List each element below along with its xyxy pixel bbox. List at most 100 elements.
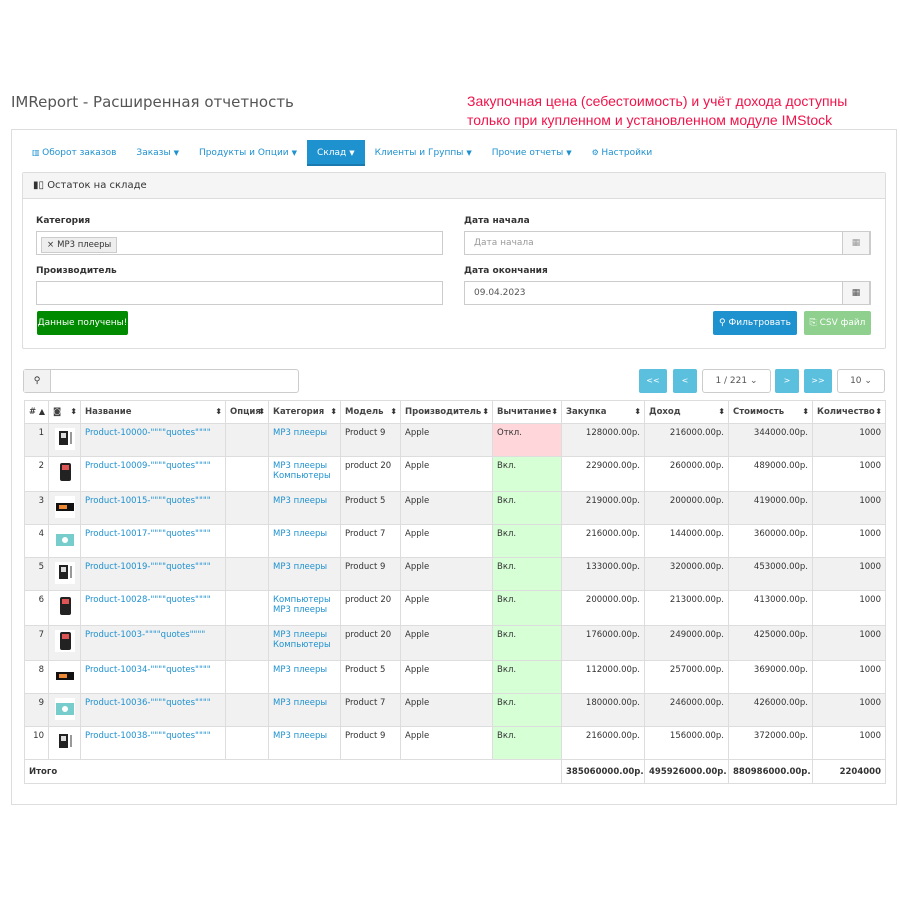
category-link[interactable]: MP3 плееры bbox=[273, 731, 327, 741]
product-link[interactable]: Product-10036-""""quotes"""" bbox=[85, 698, 211, 708]
sort-icon[interactable]: ⬍ bbox=[875, 407, 882, 416]
product-link[interactable]: Product-10038-""""quotes"""" bbox=[85, 731, 211, 741]
cost-cell: 453000.00р. bbox=[728, 557, 813, 591]
filter-button[interactable]: ⚲ Фильтровать bbox=[713, 311, 797, 335]
nav-3[interactable]: Склад ▼ bbox=[307, 140, 365, 166]
option-cell bbox=[225, 524, 269, 558]
next-page-button[interactable]: > bbox=[775, 369, 799, 393]
col-name-header[interactable]: Название ⬍ bbox=[80, 400, 226, 424]
product-link[interactable]: Product-10009-""""quotes"""" bbox=[85, 461, 211, 471]
income-cell: 257000.00р. bbox=[644, 660, 729, 694]
category-link[interactable]: Компьютеры bbox=[273, 640, 331, 650]
product-thumbnail[interactable] bbox=[48, 693, 81, 727]
sort-icon[interactable]: ⬍ bbox=[482, 407, 489, 416]
subtract-status: Вкл. bbox=[492, 660, 562, 694]
income-cell: 213000.00р. bbox=[644, 590, 729, 626]
nav-1[interactable]: Заказы ▼ bbox=[126, 140, 189, 166]
search-input[interactable] bbox=[50, 370, 298, 392]
product-thumbnail[interactable] bbox=[48, 524, 81, 558]
col-category-header[interactable]: Категория ⬍ bbox=[268, 400, 341, 424]
category-link[interactable]: MP3 плееры bbox=[273, 428, 327, 438]
col-subtract-header[interactable]: Вычитание ⬍ bbox=[492, 400, 562, 424]
col-photo-header[interactable]: ◙ ⬍ bbox=[48, 400, 81, 424]
col-purchase-header[interactable]: Закупка ⬍ bbox=[561, 400, 645, 424]
table-row: 6 Product-10028-""""quotes"""" Компьютер… bbox=[24, 590, 886, 626]
product-link[interactable]: Product-10017-""""quotes"""" bbox=[85, 529, 211, 539]
sort-icon[interactable]: ⬍ bbox=[718, 407, 725, 416]
last-page-button[interactable]: >> bbox=[804, 369, 832, 393]
category-link[interactable]: MP3 плееры bbox=[273, 461, 327, 471]
product-link[interactable]: Product-10028-""""quotes"""" bbox=[85, 595, 211, 605]
date-start-input[interactable]: Дата начала ▦ bbox=[464, 231, 871, 255]
category-link[interactable]: Компьютеры bbox=[273, 471, 331, 481]
nav-2[interactable]: Продукты и Опции ▼ bbox=[189, 140, 307, 166]
sort-icon[interactable]: ⬍ bbox=[634, 407, 641, 416]
calendar-icon[interactable]: ▦ bbox=[842, 281, 870, 305]
date-end-input[interactable]: 09.04.2023 ▦ bbox=[464, 281, 871, 305]
category-tag[interactable]: × MP3 плееры bbox=[41, 237, 118, 253]
header-label: Закупка bbox=[566, 407, 607, 417]
product-thumbnail[interactable] bbox=[48, 557, 81, 591]
sort-icon[interactable]: ⬍ bbox=[70, 407, 77, 416]
income-cell: 320000.00р. bbox=[644, 557, 729, 591]
category-link[interactable]: MP3 плееры bbox=[273, 562, 327, 572]
nav-0[interactable]: ▥ Оборот заказов bbox=[22, 140, 126, 166]
nav-6[interactable]: ⚙ Настройки bbox=[582, 140, 663, 166]
category-cell: MP3 плееры bbox=[268, 693, 341, 727]
calendar-icon[interactable]: ▦ bbox=[842, 231, 870, 255]
sort-icon[interactable]: ⬍ bbox=[802, 407, 809, 416]
totals-label: Итого bbox=[24, 759, 562, 784]
col-quantity-header[interactable]: Количество ⬍ bbox=[812, 400, 886, 424]
sort-icon[interactable]: ⬍ bbox=[390, 407, 397, 416]
col-cost-header[interactable]: Стоимость ⬍ bbox=[728, 400, 813, 424]
row-index: 8 bbox=[24, 660, 49, 694]
product-thumbnail[interactable] bbox=[48, 625, 81, 661]
sort-asc-icon[interactable]: ▲ bbox=[39, 407, 45, 416]
category-link[interactable]: MP3 плееры bbox=[273, 496, 327, 506]
category-link[interactable]: MP3 плееры bbox=[273, 605, 327, 615]
product-link[interactable]: Product-10000-""""quotes"""" bbox=[85, 428, 211, 438]
product-name-cell: Product-10000-""""quotes"""" bbox=[80, 423, 226, 457]
col-index-header[interactable]: # ▲ bbox=[24, 400, 49, 424]
product-thumbnail[interactable] bbox=[48, 491, 81, 525]
prev-page-button[interactable]: < bbox=[673, 369, 697, 393]
product-name-cell: Product-10036-""""quotes"""" bbox=[80, 693, 226, 727]
search-icon[interactable]: ⚲ bbox=[24, 370, 51, 392]
category-input[interactable]: × MP3 плееры bbox=[36, 231, 443, 255]
product-link[interactable]: Product-10034-""""quotes"""" bbox=[85, 665, 211, 675]
page-select[interactable]: 1 / 221 ⌄ bbox=[702, 369, 771, 393]
product-thumbnail[interactable] bbox=[48, 660, 81, 694]
product-link[interactable]: Product-1003-""""quotes"""" bbox=[85, 630, 205, 640]
sort-icon[interactable]: ⬍ bbox=[330, 407, 337, 416]
sort-icon[interactable]: ⬍ bbox=[551, 407, 558, 416]
nav-5[interactable]: Прочие отчеты ▼ bbox=[482, 140, 582, 166]
category-link[interactable]: MP3 плееры bbox=[273, 665, 327, 675]
manufacturer-input[interactable] bbox=[36, 281, 443, 305]
category-link[interactable]: MP3 плееры bbox=[273, 529, 327, 539]
col-model-header[interactable]: Модель ⬍ bbox=[340, 400, 401, 424]
col-manufacturer-header[interactable]: Производитель ⬍ bbox=[400, 400, 493, 424]
sort-icon[interactable]: ⬍ bbox=[215, 407, 222, 416]
product-link[interactable]: Product-10015-""""quotes"""" bbox=[85, 496, 211, 506]
category-link[interactable]: Компьютеры bbox=[273, 595, 331, 605]
page-title: IMReport - Расширенная отчетность bbox=[11, 93, 294, 111]
product-thumbnail[interactable] bbox=[48, 456, 81, 492]
product-thumbnail[interactable] bbox=[48, 590, 81, 626]
category-link[interactable]: MP3 плееры bbox=[273, 630, 327, 640]
per-page-select[interactable]: 10 ⌄ bbox=[837, 369, 885, 393]
category-cell: MP3 плееры bbox=[268, 524, 341, 558]
product-thumbnail[interactable] bbox=[48, 423, 81, 457]
sort-icon[interactable]: ⬍ bbox=[258, 407, 265, 416]
csv-button[interactable]: ⎘ CSV файл bbox=[804, 311, 871, 335]
col-income-header[interactable]: Доход ⬍ bbox=[644, 400, 729, 424]
product-thumbnail[interactable] bbox=[48, 726, 81, 760]
nav-label: Оборот заказов bbox=[42, 148, 117, 158]
nav-4[interactable]: Клиенты и Группы ▼ bbox=[365, 140, 482, 166]
status-button[interactable]: Данные получены! bbox=[37, 311, 128, 335]
row-index: 5 bbox=[24, 557, 49, 591]
col-option-header[interactable]: Опция ⬍ bbox=[225, 400, 269, 424]
first-page-button[interactable]: << bbox=[639, 369, 667, 393]
category-link[interactable]: MP3 плееры bbox=[273, 698, 327, 708]
remove-tag-icon[interactable]: × bbox=[47, 240, 54, 250]
product-link[interactable]: Product-10019-""""quotes"""" bbox=[85, 562, 211, 572]
